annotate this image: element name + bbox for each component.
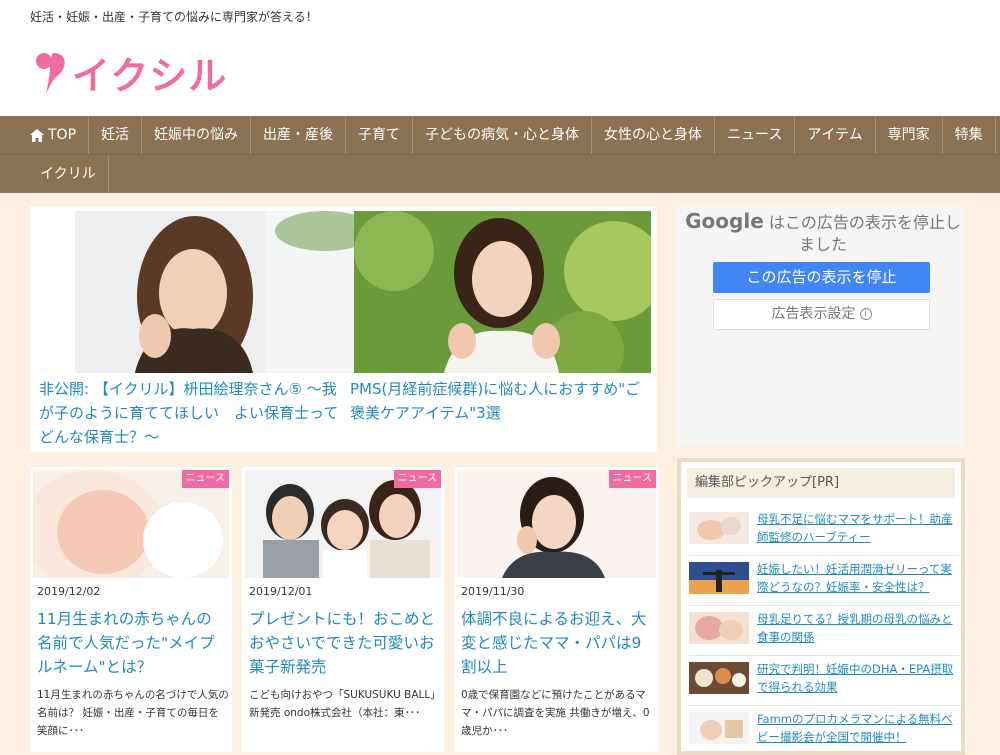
nav-item-parenting[interactable]: 子育て	[346, 116, 414, 154]
nav-item-birth[interactable]: 出産・産後	[251, 116, 347, 154]
news-card[interactable]: ニュース 2019/12/02 11月生まれの赤ちゃんの名前で人気だった"メイプ…	[30, 467, 232, 752]
nav-item-features[interactable]: 特集	[943, 116, 996, 154]
nav-item-ninkatsu[interactable]: 妊活	[89, 116, 143, 154]
pickup-thumbnail[interactable]	[689, 512, 749, 544]
editor-pickup: 編集部ピックアップ[PR] 母乳不足に悩むママをサポート！助産師監修のハーブティ…	[677, 458, 965, 755]
home-icon	[30, 128, 44, 142]
pickup-item[interactable]: 研究で判明！妊娠中のDHA・EPA摂取で得られる効果	[689, 656, 959, 706]
news-card-title[interactable]: 体調不良によるお迎え、大変と感じたママ・パパは9割以上	[461, 607, 651, 679]
info-icon: i	[859, 308, 872, 320]
pickup-link[interactable]: 母乳足りてる？授乳期の母乳の悩みと食事の関係	[757, 610, 957, 646]
featured-article-image[interactable]	[75, 211, 372, 373]
nav-item-pregnancy[interactable]: 妊娠中の悩み	[142, 116, 252, 154]
pickup-thumbnail[interactable]	[689, 662, 749, 694]
pickup-item[interactable]: 妊娠したい！妊活用潤滑ゼリーって実際どうなの？妊娠率・安全性は？	[689, 556, 959, 606]
sunset-woman-image	[689, 562, 749, 594]
nav-item-label: TOP	[48, 127, 77, 143]
site-header: 妊活・妊娠・出産・子育ての悩みに専門家が答える！ イクシル	[0, 0, 1000, 116]
news-card-excerpt: 11月生まれの赤ちゃんの名づけで人気の名前は？ 妊娠・出産・子育ての毎日を笑顔に…	[37, 689, 229, 737]
news-card-image[interactable]: ニュース	[33, 470, 229, 578]
featured-article[interactable]: 非公開: 【イクリル】枡田絵理奈さん⑤ 〜我が子のように育ててほしい よい保育士…	[39, 211, 372, 449]
news-card-date: 2019/11/30	[461, 585, 525, 598]
featured-article-title[interactable]: 非公開: 【イクリル】枡田絵理奈さん⑤ 〜我が子のように育ててほしい よい保育士…	[39, 377, 349, 449]
ad-settings-button[interactable]: 広告表示設定 i	[713, 299, 930, 330]
news-badge: ニュース	[393, 470, 441, 488]
nav-item-top[interactable]: TOP	[0, 116, 90, 154]
nav-item-ikuriru[interactable]: イクリル	[0, 155, 109, 193]
site-tagline: 妊活・妊娠・出産・子育ての悩みに専門家が答える！	[30, 10, 318, 24]
ad-stopped-text: はこの広告の表示を停止しました	[768, 213, 961, 254]
site-logo[interactable]: イクシル	[34, 44, 227, 100]
baby-photo-image	[689, 712, 749, 744]
featured-article[interactable]: PMS(月経前症候群)に悩む人におすすめ"ご褒美ケアアイテム"3選	[350, 211, 651, 425]
ad-container: Google はこの広告の表示を停止しました この広告の表示を停止 広告表示設定…	[677, 206, 965, 446]
nav-item-child-health[interactable]: 子どもの病気・心と身体	[413, 116, 593, 154]
nav-item-experts[interactable]: 専門家	[876, 116, 943, 154]
pickup-thumbnail[interactable]	[689, 612, 749, 644]
ad-settings-label: 広告表示設定	[771, 306, 856, 322]
google-logo: Google	[685, 209, 764, 233]
stop-ad-button[interactable]: この広告の表示を停止	[713, 262, 930, 293]
pickup-link[interactable]: 妊娠したい！妊活用潤滑ゼリーって実際どうなの？妊娠率・安全性は？	[757, 560, 957, 596]
logo-text: イクシル	[72, 53, 228, 98]
news-card-excerpt: こども向けおやつ「SUKUSUKU BALL」新発売 ondo株式会社（本社：東…	[249, 689, 441, 719]
nav-item-items[interactable]: アイテム	[795, 116, 876, 154]
pickup-thumbnail[interactable]	[689, 712, 749, 744]
news-badge: ニュース	[181, 470, 229, 488]
news-card-date: 2019/12/02	[37, 585, 101, 598]
featured-article-image[interactable]	[354, 211, 651, 373]
news-card[interactable]: ニュース 2019/11/30 体調不良によるお迎え、大変と感じたママ・パパは9…	[454, 467, 659, 752]
happy-woman-image	[354, 211, 651, 373]
featured-article-title[interactable]: PMS(月経前症候群)に悩む人におすすめ"ご褒美ケアアイテム"3選	[350, 377, 650, 425]
news-card-image[interactable]: ニュース	[457, 470, 656, 578]
pickup-item[interactable]: Fammのプロカメラマンによる無料ベビー撮影会が全国で開催中！	[689, 706, 959, 755]
pickup-item[interactable]: 母乳足りてる？授乳期の母乳の悩みと食事の関係	[689, 606, 959, 656]
mother-baby-image	[689, 612, 749, 644]
food-image	[689, 662, 749, 694]
logo-drop-icon	[36, 53, 65, 95]
news-card-date: 2019/12/01	[249, 585, 313, 598]
news-card-title[interactable]: 11月生まれの赤ちゃんの名前で人気だった"メイプルネーム"とは？	[37, 607, 227, 679]
nav-item-news[interactable]: ニュース	[715, 116, 796, 154]
pickup-link[interactable]: 母乳不足に悩むママをサポート！助産師監修のハーブティー	[757, 510, 957, 546]
ad-message: Google はこの広告の表示を停止しました	[683, 210, 963, 256]
pickup-link[interactable]: 研究で判明！妊娠中のDHA・EPA摂取で得られる効果	[757, 660, 957, 696]
pickup-item[interactable]: 母乳不足に悩むママをサポート！助産師監修のハーブティー	[689, 506, 959, 556]
news-card-title[interactable]: プレゼントにも！おこめとおやさいでできた可愛いお菓子新発売	[249, 607, 439, 679]
pickup-link[interactable]: Fammのプロカメラマンによる無料ベビー撮影会が全国で開催中！	[757, 710, 957, 746]
nav-item-women-health[interactable]: 女性の心と身体	[592, 116, 716, 154]
pickup-heading: 編集部ピックアップ[PR]	[687, 468, 955, 498]
news-badge: ニュース	[608, 470, 656, 488]
woman-portrait-image	[75, 211, 372, 373]
featured-articles: 非公開: 【イクリル】枡田絵理奈さん⑤ 〜我が子のように育ててほしい よい保育士…	[30, 206, 657, 452]
pickup-thumbnail[interactable]	[689, 562, 749, 594]
news-card-image[interactable]: ニュース	[245, 470, 441, 578]
news-card[interactable]: ニュース 2019/12/01 プレゼントにも！おこめとおやさいでできた可愛いお…	[242, 467, 444, 752]
news-card-excerpt: 0歳で保育園などに預けたことがあるママ・パパに調査を実施 共働きが増え、0歳児か…	[461, 689, 650, 737]
global-nav: TOP 妊活 妊娠中の悩み 出産・産後 子育て 子どもの病気・心と身体 女性の心…	[0, 116, 1000, 193]
breastfeeding-image	[689, 512, 749, 544]
